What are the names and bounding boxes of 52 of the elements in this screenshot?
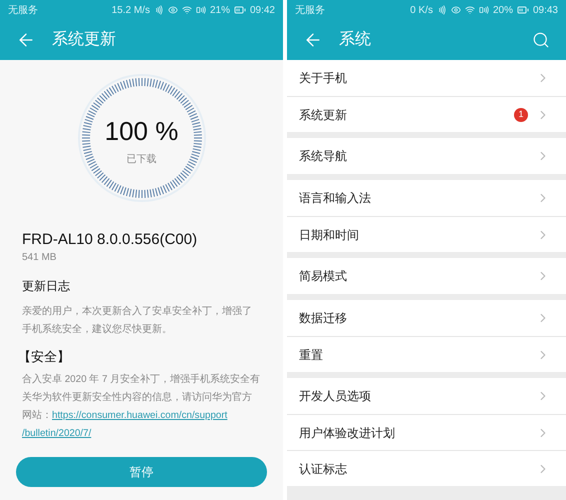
settings-label: 数据迁移 bbox=[299, 310, 348, 327]
settings-item[interactable]: 用户体验改进计划 bbox=[287, 414, 566, 450]
settings-label: 语言和输入法 bbox=[299, 190, 372, 207]
eye-icon bbox=[168, 5, 178, 15]
wifi-icon bbox=[464, 5, 475, 15]
notification-badge: 1 bbox=[514, 108, 528, 122]
settings-item[interactable]: 开发人员选项 bbox=[287, 378, 566, 414]
phone-icon bbox=[196, 5, 206, 15]
battery-percent: 20% bbox=[492, 4, 513, 18]
battery-icon bbox=[234, 4, 246, 16]
settings-item[interactable]: 数据迁移 bbox=[287, 300, 566, 336]
screen-title: 系统更新 bbox=[52, 30, 116, 50]
settings-item[interactable]: 日期和时间 bbox=[287, 216, 566, 252]
settings-label: 关于手机 bbox=[299, 70, 348, 87]
wifi-icon bbox=[182, 5, 192, 15]
settings-label: 开发人员选项 bbox=[299, 388, 372, 405]
network-speed: 0 K/s bbox=[410, 4, 433, 18]
settings-label: 系统导航 bbox=[299, 148, 348, 165]
settings-item[interactable]: 语言和输入法 bbox=[287, 180, 566, 216]
progress-caption: 已下载 bbox=[126, 152, 156, 166]
settings-label: 重置 bbox=[299, 346, 324, 364]
settings-label: 日期和时间 bbox=[299, 226, 360, 244]
settings-label: 系统更新 bbox=[299, 106, 348, 124]
package-name: FRD-AL10 8.0.0.556(C00) bbox=[22, 230, 198, 250]
settings-item[interactable]: 认证标志 bbox=[287, 450, 566, 486]
changelog-heading: 更新日志 bbox=[22, 278, 71, 295]
nfc-icon bbox=[436, 5, 447, 15]
settings-item[interactable]: 系统更新 1 bbox=[287, 96, 566, 132]
settings-label: 用户体验改进计划 bbox=[299, 424, 396, 442]
phone-icon bbox=[478, 5, 489, 15]
package-size: 541 MB bbox=[22, 251, 58, 265]
settings-item[interactable]: 简易模式 bbox=[287, 258, 566, 294]
carrier-label: 无服务 bbox=[295, 4, 325, 18]
section-heading: 【安全】 bbox=[18, 348, 71, 366]
settings-item[interactable]: 重置 bbox=[287, 336, 566, 372]
section-text: 合入安卓 2020 年 7 月安全补丁，增强手机系统安全有关华为软件更新安全性内容的信息，请访问华为官方网站：https://consumer.huawei.com/cn/support bbox=[22, 372, 261, 422]
progress-percent: 100 % bbox=[104, 118, 178, 144]
settings-label: 简易模式 bbox=[299, 268, 348, 285]
settings-label: 认证标志 bbox=[299, 460, 348, 478]
eye-icon bbox=[450, 5, 461, 15]
network-speed: 15.2 M/s bbox=[112, 4, 150, 18]
search-icon[interactable] bbox=[532, 31, 550, 49]
carrier-label: 无服务 bbox=[8, 4, 38, 18]
settings-item[interactable]: 系统导航 bbox=[287, 138, 566, 174]
battery-percent: 21% bbox=[210, 4, 230, 18]
settings-item[interactable]: 关于手机 bbox=[287, 60, 566, 96]
clock: 09:42 bbox=[250, 4, 275, 18]
changelog-intro: 亲爱的用户，本次更新合入了安卓安全补丁，增强了手机系统安全，建议您尽快更新。 bbox=[22, 304, 253, 337]
screen-title: 系统 bbox=[339, 30, 371, 50]
nfc-icon bbox=[154, 5, 164, 15]
clock: 09:43 bbox=[532, 4, 558, 18]
battery-icon bbox=[516, 4, 529, 16]
